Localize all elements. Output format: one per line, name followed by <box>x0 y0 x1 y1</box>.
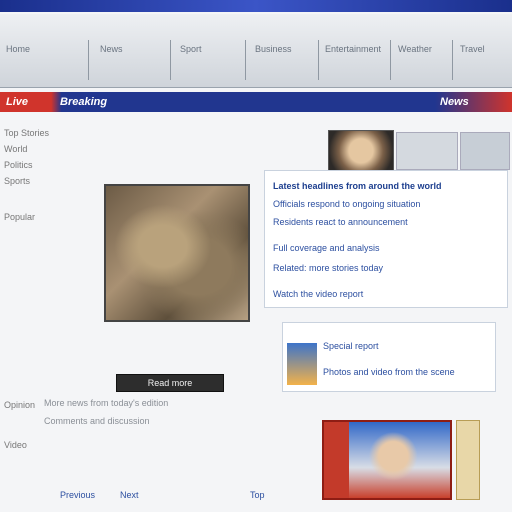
sidebar-item[interactable]: Politics <box>4 160 94 170</box>
nav-item-entertainment[interactable]: Entertainment <box>325 44 385 60</box>
nav-divider <box>318 40 319 80</box>
ad-image[interactable] <box>322 420 452 500</box>
nav-item-home[interactable]: Home <box>6 44 66 60</box>
sidebar-item[interactable]: Top Stories <box>4 128 94 138</box>
story-link[interactable]: Watch the video report <box>273 289 473 299</box>
story-headline[interactable]: Latest headlines from around the world <box>273 181 501 191</box>
nav-item-news[interactable]: News <box>100 44 160 60</box>
nav-item-sport[interactable]: Sport <box>180 44 240 60</box>
sidebar-section-label: Popular <box>4 212 36 222</box>
bottom-text: Comments and discussion <box>44 416 150 426</box>
promo-link[interactable]: Photos and video from the scene <box>323 367 491 377</box>
sidebar-item[interactable]: Video <box>4 440 94 450</box>
footer-link-top[interactable]: Top <box>250 490 265 500</box>
story-link[interactable]: Residents react to announcement <box>273 217 453 227</box>
main-story-photo[interactable] <box>104 184 250 322</box>
nav-divider <box>245 40 246 80</box>
promo-panel: Special report Photos and video from the… <box>282 322 496 392</box>
ad-side-box <box>456 420 480 500</box>
read-more-button[interactable]: Read more <box>116 374 224 392</box>
sidebar-item[interactable]: World <box>4 144 94 154</box>
nav-divider <box>170 40 171 80</box>
story-link[interactable]: Officials respond to ongoing situation <box>273 199 501 209</box>
nav-bar: Home News Sport Business Entertainment W… <box>0 14 512 88</box>
story-link[interactable]: Full coverage and analysis <box>273 243 493 253</box>
footer-link-next[interactable]: Next <box>120 490 139 500</box>
promo-link[interactable]: Special report <box>323 341 491 351</box>
banner-right-label[interactable]: News <box>440 96 469 108</box>
header-box <box>460 132 510 170</box>
footer-link-previous[interactable]: Previous <box>60 490 95 500</box>
promo-icon <box>287 343 317 385</box>
nav-item-business[interactable]: Business <box>255 44 315 60</box>
nav-item-travel[interactable]: Travel <box>460 44 508 60</box>
banner-left-label[interactable]: Live <box>6 96 28 108</box>
section-banner: Live Breaking News <box>0 92 512 112</box>
top-strip <box>0 0 512 12</box>
sidebar-item[interactable]: Sports <box>4 176 94 186</box>
bottom-text: More news from today's edition <box>44 398 169 408</box>
nav-divider <box>88 40 89 80</box>
story-link[interactable]: Related: more stories today <box>273 263 483 273</box>
story-panel: Latest headlines from around the world O… <box>264 170 508 308</box>
banner-center-label[interactable]: Breaking <box>60 96 107 108</box>
nav-divider <box>452 40 453 80</box>
nav-divider <box>390 40 391 80</box>
nav-item-weather[interactable]: Weather <box>398 44 448 60</box>
header-box <box>396 132 458 170</box>
